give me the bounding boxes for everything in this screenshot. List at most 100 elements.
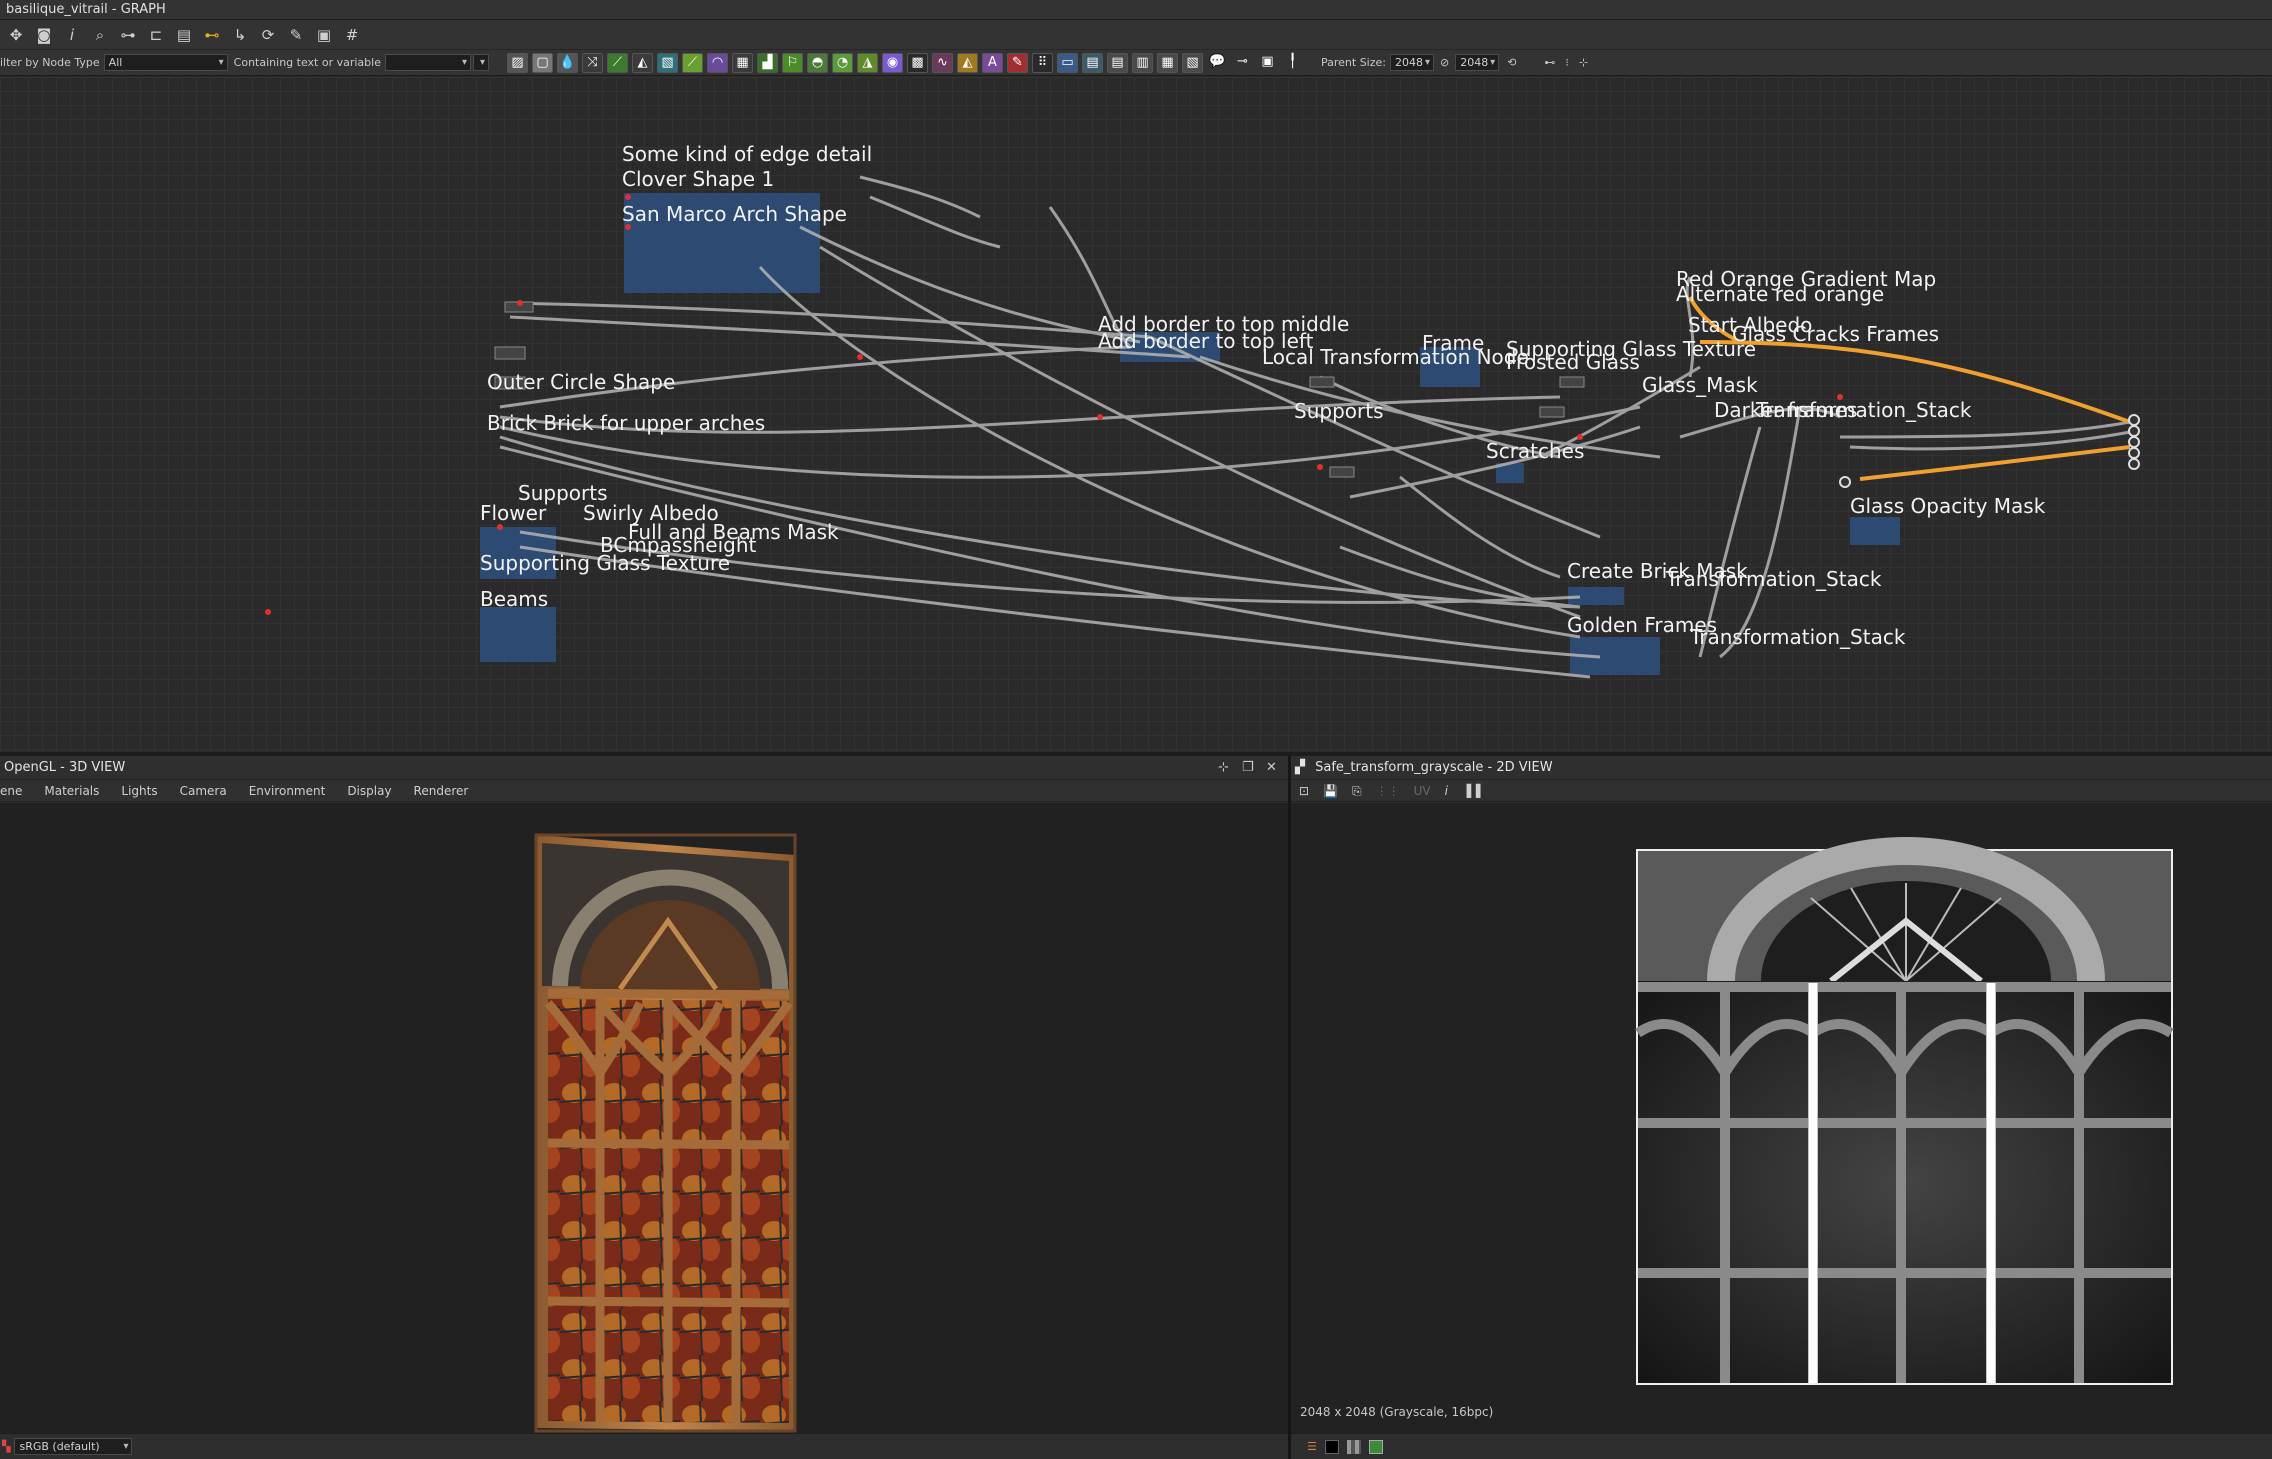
tonemap-node-icon[interactable]: ◭	[956, 52, 978, 73]
node-type-select[interactable]: All	[103, 54, 228, 71]
select-node-icon[interactable]: ▭	[1056, 52, 1078, 73]
text-node-icon[interactable]: A	[981, 52, 1003, 73]
split-icon[interactable]: ⁝	[1565, 56, 1569, 69]
menu-renderer[interactable]: Renderer	[414, 780, 469, 801]
black-bg-icon[interactable]	[1324, 1439, 1339, 1454]
float-panel-icon[interactable]: ❐	[1242, 756, 1254, 780]
align-icon[interactable]: ⊶	[118, 25, 138, 45]
needle-icon[interactable]: ╿	[1282, 53, 1303, 73]
menu-camera[interactable]: Camera	[180, 780, 227, 801]
frame-label[interactable]: Glass Cracks Frames	[1732, 322, 1939, 346]
grid-icon[interactable]: #	[342, 25, 362, 45]
frame-label[interactable]: Transformation_Stack	[1756, 398, 1971, 422]
view2d-viewport[interactable]	[1291, 803, 2272, 1433]
frame-label[interactable]: Outer Circle Shape	[487, 370, 675, 394]
frame-label[interactable]: Brick Brick for upper arches	[487, 411, 765, 435]
menu-scene[interactable]: ene	[0, 780, 22, 801]
checker-bg-icon[interactable]	[1346, 1439, 1361, 1454]
parent-size-width[interactable]: 2048	[1389, 54, 1434, 71]
frame-label[interactable]: Transformation_Stack	[1666, 567, 1881, 591]
sharpen-node-icon[interactable]: ◮	[856, 52, 878, 73]
uv-toggle[interactable]: UV	[1414, 780, 1431, 801]
parent-size-height[interactable]: 2048	[1455, 54, 1500, 71]
view3d-viewport[interactable]	[0, 803, 1288, 1433]
blend-node-icon[interactable]: ◠	[706, 52, 728, 73]
color-node-icon[interactable]: ◉	[881, 52, 903, 73]
comment-icon[interactable]: 💬	[1207, 53, 1228, 73]
menu-lights[interactable]: Lights	[121, 780, 157, 801]
pixel-node-icon[interactable]: ⠿	[1031, 52, 1053, 73]
frame-label[interactable]: Glass_Mask	[1642, 373, 1758, 397]
layers-icon[interactable]: ☰	[1307, 1440, 1317, 1453]
view-b-icon[interactable]: ▤	[1106, 52, 1128, 73]
frame-label[interactable]: Frame	[1422, 331, 1484, 355]
view-c-icon[interactable]: ▥	[1131, 52, 1153, 73]
frame-icon[interactable]: ▣	[314, 25, 334, 45]
gradient-node-icon[interactable]: ◭	[631, 52, 653, 73]
info-icon[interactable]: i	[1445, 780, 1448, 801]
frame-label[interactable]: Supporting Glass Texture	[480, 551, 730, 575]
menu-environment[interactable]: Environment	[249, 780, 326, 801]
table-icon[interactable]: ▤	[174, 25, 194, 45]
link-icon[interactable]: ⊷	[202, 25, 222, 45]
pin-icon[interactable]: ⊸	[1232, 53, 1253, 73]
frame-label[interactable]: Scratches	[1486, 439, 1584, 463]
frame-label[interactable]: Beams	[480, 587, 548, 611]
refresh-icon[interactable]: ⟳	[258, 25, 278, 45]
link-size-icon[interactable]: ⊘	[1440, 56, 1449, 69]
menu-display[interactable]: Display	[347, 780, 391, 801]
frame-label[interactable]: Clover Shape 1	[622, 167, 774, 191]
bitmap-node-icon[interactable]: ▨	[506, 52, 528, 73]
copy-image-icon[interactable]: ⎘	[1352, 780, 1362, 801]
move-icon[interactable]: ✥	[6, 25, 26, 45]
save-image-icon[interactable]: 💾	[1323, 780, 1338, 801]
shuffle-node-icon[interactable]: ⤨	[581, 52, 603, 73]
frame-label[interactable]: Glass Opacity Mask	[1850, 494, 2045, 518]
fit-view-icon[interactable]: ⊡	[1299, 780, 1309, 801]
curve-node-icon[interactable]: ⟋	[606, 52, 628, 73]
pin-node-icon[interactable]: ⊹	[1579, 56, 1588, 69]
frame-label[interactable]: Transformation_Stack	[1690, 625, 1905, 649]
color-bg-icon[interactable]	[1368, 1439, 1383, 1454]
connect-icon[interactable]: ⊷	[1544, 56, 1555, 69]
paint-node-icon[interactable]: ✎	[1006, 52, 1028, 73]
frame-label[interactable]: Local Transformation Node	[1262, 345, 1529, 369]
warp-node-icon[interactable]: ⟋	[681, 52, 703, 73]
hierarchy-icon[interactable]: ⊏	[146, 25, 166, 45]
view-a-icon[interactable]: ▤	[1081, 52, 1103, 73]
view-e-icon[interactable]: ▧	[1181, 52, 1203, 73]
camera-icon[interactable]: ◙	[34, 25, 54, 45]
frame-label[interactable]: Frosted Glass	[1506, 350, 1640, 374]
view-d-icon[interactable]: ▦	[1156, 52, 1178, 73]
frame-label[interactable]: Some kind of edge detail	[622, 142, 872, 166]
fill-node-icon[interactable]: 💧	[556, 52, 578, 73]
curves-node-icon[interactable]: ∿	[931, 52, 953, 73]
wrench-icon[interactable]: ✎	[286, 25, 306, 45]
output-node-icon[interactable]: ▟	[756, 52, 778, 73]
pin-panel-icon[interactable]: ⊹	[1218, 756, 1229, 780]
map-node-icon[interactable]: ▧	[656, 52, 678, 73]
histogram-node-icon[interactable]: ◔	[831, 52, 853, 73]
reset-size-icon[interactable]: ⟲	[1507, 56, 1516, 69]
colorspace-select[interactable]: sRGB (default)	[14, 1438, 133, 1455]
svg-node-icon[interactable]: ▢	[531, 52, 553, 73]
level-node-icon[interactable]: ◓	[806, 52, 828, 73]
transform-node-icon[interactable]: ⚐	[781, 52, 803, 73]
containing-input[interactable]	[384, 54, 471, 71]
reroute-icon[interactable]: ↳	[230, 25, 250, 45]
search-icon[interactable]: ⌕	[90, 25, 110, 45]
grid-node-icon[interactable]: ▦	[731, 52, 753, 73]
frame-label[interactable]: Flower	[480, 501, 546, 525]
dot-icon[interactable]: ▣	[1257, 53, 1278, 73]
graph-canvas[interactable]: Some kind of edge detail Clover Shape 1 …	[0, 77, 2272, 752]
close-panel-icon[interactable]: ✕	[1266, 756, 1277, 780]
histogram-icon[interactable]: ▐▐	[1462, 780, 1480, 801]
containing-dropdown[interactable]	[472, 54, 489, 71]
info-icon[interactable]: i	[62, 25, 82, 45]
noise-node-icon[interactable]: ▩	[906, 52, 928, 73]
menu-materials[interactable]: Materials	[44, 780, 99, 801]
frame-label[interactable]: San Marco Arch Shape	[622, 202, 847, 226]
channels-icon[interactable]: ⋮⋮	[1376, 780, 1400, 801]
frame-label[interactable]: Alternate red orange	[1676, 282, 1884, 306]
frame-label[interactable]: Supports	[1294, 399, 1383, 423]
